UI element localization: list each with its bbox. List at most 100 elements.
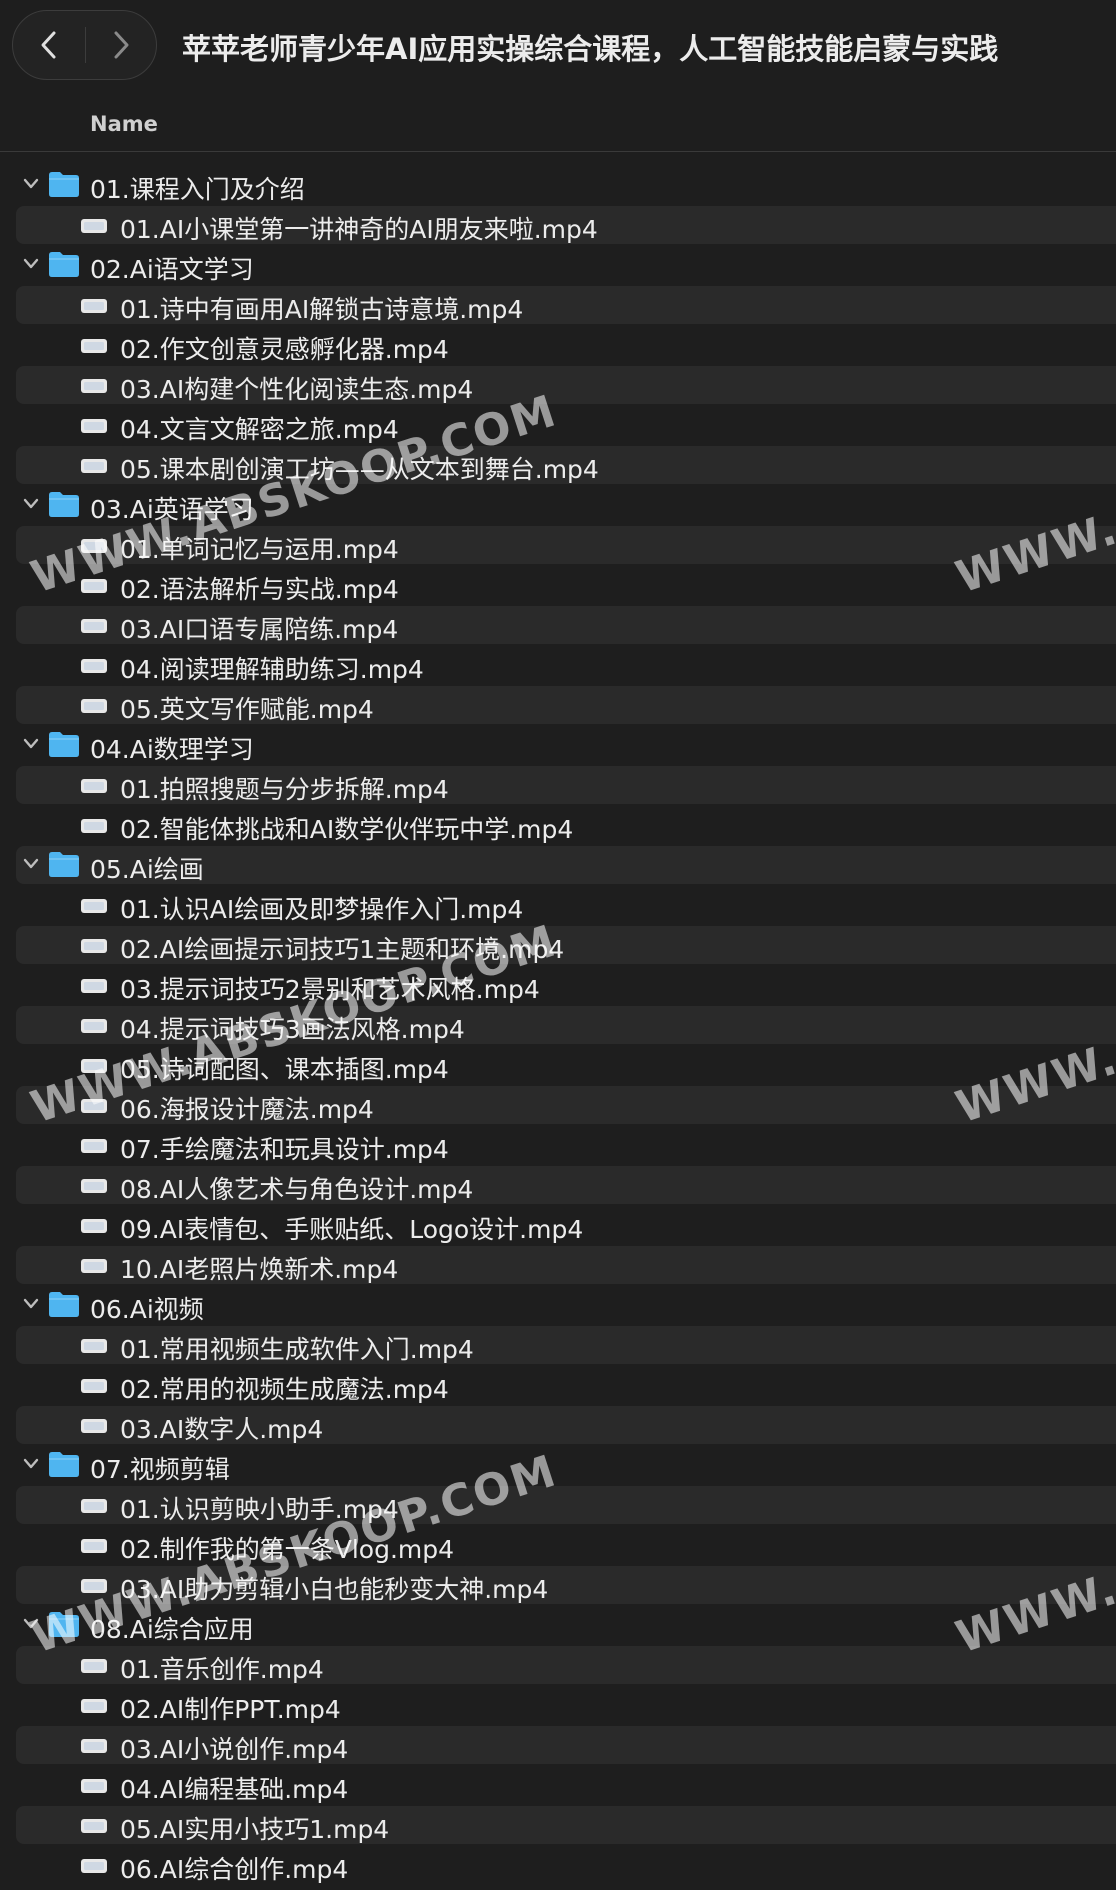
- file-name: 01.认识剪映小助手.mp4: [120, 1495, 399, 1524]
- file-name: 02.AI制作PPT.mp4: [120, 1695, 341, 1724]
- file-name: 05.课本剧创演工坊——从文本到舞台.mp4: [120, 455, 599, 484]
- video-file-icon: [81, 899, 107, 913]
- file-name: 04.提示词技巧3画法风格.mp4: [120, 1015, 465, 1044]
- file-name: 03.AI口语专属陪练.mp4: [120, 615, 399, 644]
- file-row[interactable]: 10.AI老照片焕新术.mp4: [0, 1245, 1116, 1285]
- file-row[interactable]: 01.拍照搜题与分步拆解.mp4: [0, 765, 1116, 805]
- disclosure-chevron-icon[interactable]: [22, 1457, 40, 1471]
- video-file-icon: [81, 219, 107, 233]
- file-name: 04.文言文解密之旅.mp4: [120, 415, 399, 444]
- forward-button[interactable]: [85, 11, 157, 78]
- folder-row[interactable]: 02.Ai语文学习: [0, 245, 1116, 285]
- file-row[interactable]: 01.单词记忆与运用.mp4: [0, 525, 1116, 565]
- folder-row[interactable]: 07.视频剪辑: [0, 1445, 1116, 1485]
- video-file-icon: [81, 379, 107, 393]
- folder-row[interactable]: 01.课程入门及介绍: [0, 165, 1116, 205]
- file-name: 05.AI实用小技巧1.mp4: [120, 1815, 390, 1844]
- video-file-icon: [81, 539, 107, 553]
- file-row[interactable]: 06.海报设计魔法.mp4: [0, 1085, 1116, 1125]
- video-file-icon: [81, 1539, 107, 1553]
- file-row[interactable]: 01.常用视频生成软件入门.mp4: [0, 1325, 1116, 1365]
- file-row[interactable]: 07.手绘魔法和玩具设计.mp4: [0, 1125, 1116, 1165]
- video-file-icon: [81, 1499, 107, 1513]
- folder-name: 04.Ai数理学习: [90, 735, 254, 764]
- file-row[interactable]: 03.AI构建个性化阅读生态.mp4: [0, 365, 1116, 405]
- file-name: 03.AI构建个性化阅读生态.mp4: [120, 375, 474, 404]
- folder-icon: [49, 1612, 79, 1637]
- video-file-icon: [81, 1379, 107, 1393]
- file-row[interactable]: 04.文言文解密之旅.mp4: [0, 405, 1116, 445]
- file-row[interactable]: 01.认识AI绘画及即梦操作入门.mp4: [0, 885, 1116, 925]
- folder-row[interactable]: 06.Ai视频: [0, 1285, 1116, 1325]
- video-file-icon: [81, 1739, 107, 1753]
- name-column-header[interactable]: Name: [90, 112, 158, 136]
- file-name: 04.AI编程基础.mp4: [120, 1775, 349, 1804]
- file-name: 01.AI小课堂第一讲神奇的AI朋友来啦.mp4: [120, 215, 598, 244]
- file-row[interactable]: 03.提示词技巧2景别和艺术风格.mp4: [0, 965, 1116, 1005]
- file-row[interactable]: 08.AI人像艺术与角色设计.mp4: [0, 1165, 1116, 1205]
- folder-row[interactable]: 08.Ai综合应用: [0, 1605, 1116, 1645]
- column-header: Name: [0, 100, 1116, 152]
- video-file-icon: [81, 419, 107, 433]
- folder-name: 06.Ai视频: [90, 1295, 204, 1324]
- file-row[interactable]: 04.阅读理解辅助练习.mp4: [0, 645, 1116, 685]
- file-row[interactable]: 02.语法解析与实战.mp4: [0, 565, 1116, 605]
- file-row[interactable]: 01.AI小课堂第一讲神奇的AI朋友来啦.mp4: [0, 205, 1116, 245]
- file-row[interactable]: 05.课本剧创演工坊——从文本到舞台.mp4: [0, 445, 1116, 485]
- folder-row[interactable]: 03.Ai英语学习: [0, 485, 1116, 525]
- file-row[interactable]: 05.诗词配图、课本插图.mp4: [0, 1045, 1116, 1085]
- folder-name: 08.Ai综合应用: [90, 1615, 254, 1644]
- folder-name: 07.视频剪辑: [90, 1455, 230, 1484]
- disclosure-chevron-icon[interactable]: [22, 737, 40, 751]
- file-row[interactable]: 01.音乐创作.mp4: [0, 1645, 1116, 1685]
- navigation-group: [12, 10, 157, 80]
- video-file-icon: [81, 1099, 107, 1113]
- file-row[interactable]: 06.AI综合创作.mp4: [0, 1845, 1116, 1885]
- file-row[interactable]: 02.常用的视频生成魔法.mp4: [0, 1365, 1116, 1405]
- file-row[interactable]: 02.智能体挑战和AI数学伙伴玩中学.mp4: [0, 805, 1116, 845]
- disclosure-chevron-icon[interactable]: [22, 1617, 40, 1631]
- video-file-icon: [81, 1179, 107, 1193]
- file-name: 01.音乐创作.mp4: [120, 1655, 324, 1684]
- folder-row[interactable]: 04.Ai数理学习: [0, 725, 1116, 765]
- file-name: 03.提示词技巧2景别和艺术风格.mp4: [120, 975, 540, 1004]
- video-file-icon: [81, 1219, 107, 1233]
- disclosure-chevron-icon[interactable]: [22, 857, 40, 871]
- file-row[interactable]: 03.AI数字人.mp4: [0, 1405, 1116, 1445]
- file-name: 05.英文写作赋能.mp4: [120, 695, 374, 724]
- file-row[interactable]: 03.AI助力剪辑小白也能秒变大神.mp4: [0, 1565, 1116, 1605]
- video-file-icon: [81, 779, 107, 793]
- file-name: 04.阅读理解辅助练习.mp4: [120, 655, 424, 684]
- file-name: 09.AI表情包、手账贴纸、Logo设计.mp4: [120, 1215, 584, 1244]
- disclosure-chevron-icon[interactable]: [22, 1297, 40, 1311]
- video-file-icon: [81, 1139, 107, 1153]
- file-name: 03.AI数字人.mp4: [120, 1415, 324, 1444]
- file-row[interactable]: 02.作文创意灵感孵化器.mp4: [0, 325, 1116, 365]
- file-row[interactable]: 05.AI实用小技巧1.mp4: [0, 1805, 1116, 1845]
- file-row[interactable]: 03.AI小说创作.mp4: [0, 1725, 1116, 1765]
- back-button[interactable]: [13, 11, 85, 78]
- file-name: 01.单词记忆与运用.mp4: [120, 535, 399, 564]
- file-row[interactable]: 03.AI口语专属陪练.mp4: [0, 605, 1116, 645]
- file-row[interactable]: 04.AI编程基础.mp4: [0, 1765, 1116, 1805]
- file-name: 01.拍照搜题与分步拆解.mp4: [120, 775, 449, 804]
- file-row[interactable]: 01.诗中有画用AI解锁古诗意境.mp4: [0, 285, 1116, 325]
- file-name: 02.制作我的第一条Vlog.mp4: [120, 1535, 455, 1564]
- file-row[interactable]: 02.制作我的第一条Vlog.mp4: [0, 1525, 1116, 1565]
- video-file-icon: [81, 979, 107, 993]
- file-name: 03.AI助力剪辑小白也能秒变大神.mp4: [120, 1575, 549, 1604]
- disclosure-chevron-icon[interactable]: [22, 497, 40, 511]
- file-row[interactable]: 02.AI绘画提示词技巧1主题和环境.mp4: [0, 925, 1116, 965]
- chevron-right-icon: [114, 31, 129, 58]
- file-name: 01.诗中有画用AI解锁古诗意境.mp4: [120, 295, 524, 324]
- file-row[interactable]: 04.提示词技巧3画法风格.mp4: [0, 1005, 1116, 1045]
- file-row[interactable]: 02.AI制作PPT.mp4: [0, 1685, 1116, 1725]
- file-row[interactable]: 09.AI表情包、手账贴纸、Logo设计.mp4: [0, 1205, 1116, 1245]
- folder-row[interactable]: 05.Ai绘画: [0, 845, 1116, 885]
- disclosure-chevron-icon[interactable]: [22, 257, 40, 271]
- file-row[interactable]: 01.认识剪映小助手.mp4: [0, 1485, 1116, 1525]
- file-row[interactable]: 05.英文写作赋能.mp4: [0, 685, 1116, 725]
- disclosure-chevron-icon[interactable]: [22, 177, 40, 191]
- video-file-icon: [81, 1779, 107, 1793]
- file-name: 01.常用视频生成软件入门.mp4: [120, 1335, 474, 1364]
